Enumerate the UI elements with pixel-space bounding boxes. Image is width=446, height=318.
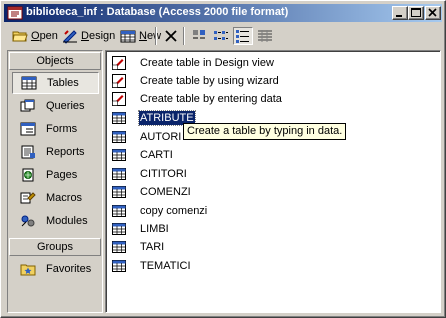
sidebar-item-queries[interactable]: Queries [12,95,99,117]
list-item-label: CARTI [140,149,173,161]
sidebar-item-label: Modules [46,215,88,227]
sidebar-item-label: Pages [46,169,78,181]
design-label: Design [81,30,116,42]
sidebar-item-favorites[interactable]: Favorites [12,258,99,280]
sidebar-item-reports[interactable]: Reports [12,141,99,163]
list-item-table[interactable]: CITITORI [111,165,188,183]
maximize-icon [411,8,421,17]
list-item-label: TEMATICI [140,260,191,272]
sidebar-item-label: Macros [46,192,83,204]
list-item-table[interactable]: TEMATICI [111,257,192,275]
sidebar-item-macros[interactable]: Macros [12,187,99,209]
delete-button[interactable] [161,26,181,46]
table-icon [111,184,127,200]
list-item-shortcut[interactable]: Create table by entering data [111,90,283,108]
shortcut-icon [111,91,127,107]
list-item-label: LIMBI [140,223,169,235]
open-button[interactable]: Open [9,26,61,46]
list-item-table[interactable]: TARI [111,238,165,256]
close-icon [428,8,437,17]
list-item-label: Create table by entering data [140,93,282,105]
table-icon [111,147,127,163]
list-item-label: CITITORI [140,168,187,180]
list-item-label: Create table in Design view [140,57,274,69]
tooltip: Create a table by typing in data. [183,123,347,140]
list-item-table[interactable]: AUTORI [111,128,182,146]
design-button[interactable]: Design [59,26,118,46]
sidebar-item-pages[interactable]: Pages [12,164,99,186]
form-icon [20,121,36,137]
large-icons-icon [193,30,205,39]
table-icon [111,110,127,126]
list-item-label: COMENZI [140,186,191,198]
table-icon [111,239,127,255]
sidebar-item-modules[interactable]: Modules [12,210,99,232]
open-icon [12,31,28,42]
groups-header[interactable]: Groups [9,238,101,256]
shortcut-icon [111,55,127,71]
list-item-label: copy comenzi [140,205,208,217]
list-view-button[interactable] [233,27,253,45]
sidebar-item-tables[interactable]: Tables [12,72,99,94]
details-view-button[interactable] [255,27,275,45]
object-list: Create table in Design view Create table… [105,50,441,313]
new-label: New [139,30,162,42]
close-button[interactable] [425,6,441,20]
sidebar-item-label: Queries [46,100,85,112]
page-icon [20,167,36,183]
toolbar-separator [183,27,185,45]
list-item-table[interactable]: CARTI [111,146,174,164]
sidebar-item-label: Favorites [46,263,92,275]
list-item-label: AUTORI [140,131,182,143]
window-title: biblioteca_inf : Database (Access 2000 f… [26,6,289,18]
macro-icon [20,190,36,206]
table-icon [111,258,127,274]
module-icon [20,213,36,229]
table-icon [21,75,37,91]
favorites-icon [20,261,36,277]
minimize-icon [396,15,402,17]
table-icon [111,129,127,145]
list-item-shortcut[interactable]: Create table in Design view [111,54,275,72]
list-item-shortcut[interactable]: Create table by using wizard [111,72,280,90]
maximize-button[interactable] [408,6,424,20]
sidebar-item-label: Tables [47,77,79,89]
sidebar-item-label: Reports [46,146,85,158]
sidebar-item-forms[interactable]: Forms [12,118,99,140]
list-item-label: TARI [140,241,165,253]
list-item-label: Create table by using wizard [140,75,279,87]
title-bar[interactable]: biblioteca_inf : Database (Access 2000 f… [4,4,442,22]
database-icon [7,5,23,21]
report-icon [20,144,36,160]
toolbar-separator [155,27,157,45]
small-icons-icon [214,31,228,40]
database-toolbar: Open Design New [5,24,441,48]
large-icons-view-button[interactable] [189,27,209,45]
design-icon [63,30,77,44]
table-icon [111,221,127,237]
open-label: Open [31,30,58,42]
list-view-icon [236,30,249,43]
query-icon [20,98,36,114]
table-icon [111,166,127,182]
details-view-icon [258,30,272,42]
new-table-icon [120,30,136,43]
delete-x-icon [165,30,177,42]
objects-header[interactable]: Objects [9,52,101,70]
list-item-table[interactable]: copy comenzi [111,202,208,220]
list-item-table[interactable]: LIMBI [111,220,170,238]
database-window: biblioteca_inf : Database (Access 2000 f… [0,0,446,318]
minimize-button[interactable] [392,6,408,20]
objects-bar: Objects Tables Queries Forms Reports Pag… [7,50,103,313]
list-item-table[interactable]: COMENZI [111,183,192,201]
small-icons-view-button[interactable] [211,27,231,45]
table-icon [111,203,127,219]
shortcut-icon [111,73,127,89]
sidebar-item-label: Forms [46,123,78,135]
